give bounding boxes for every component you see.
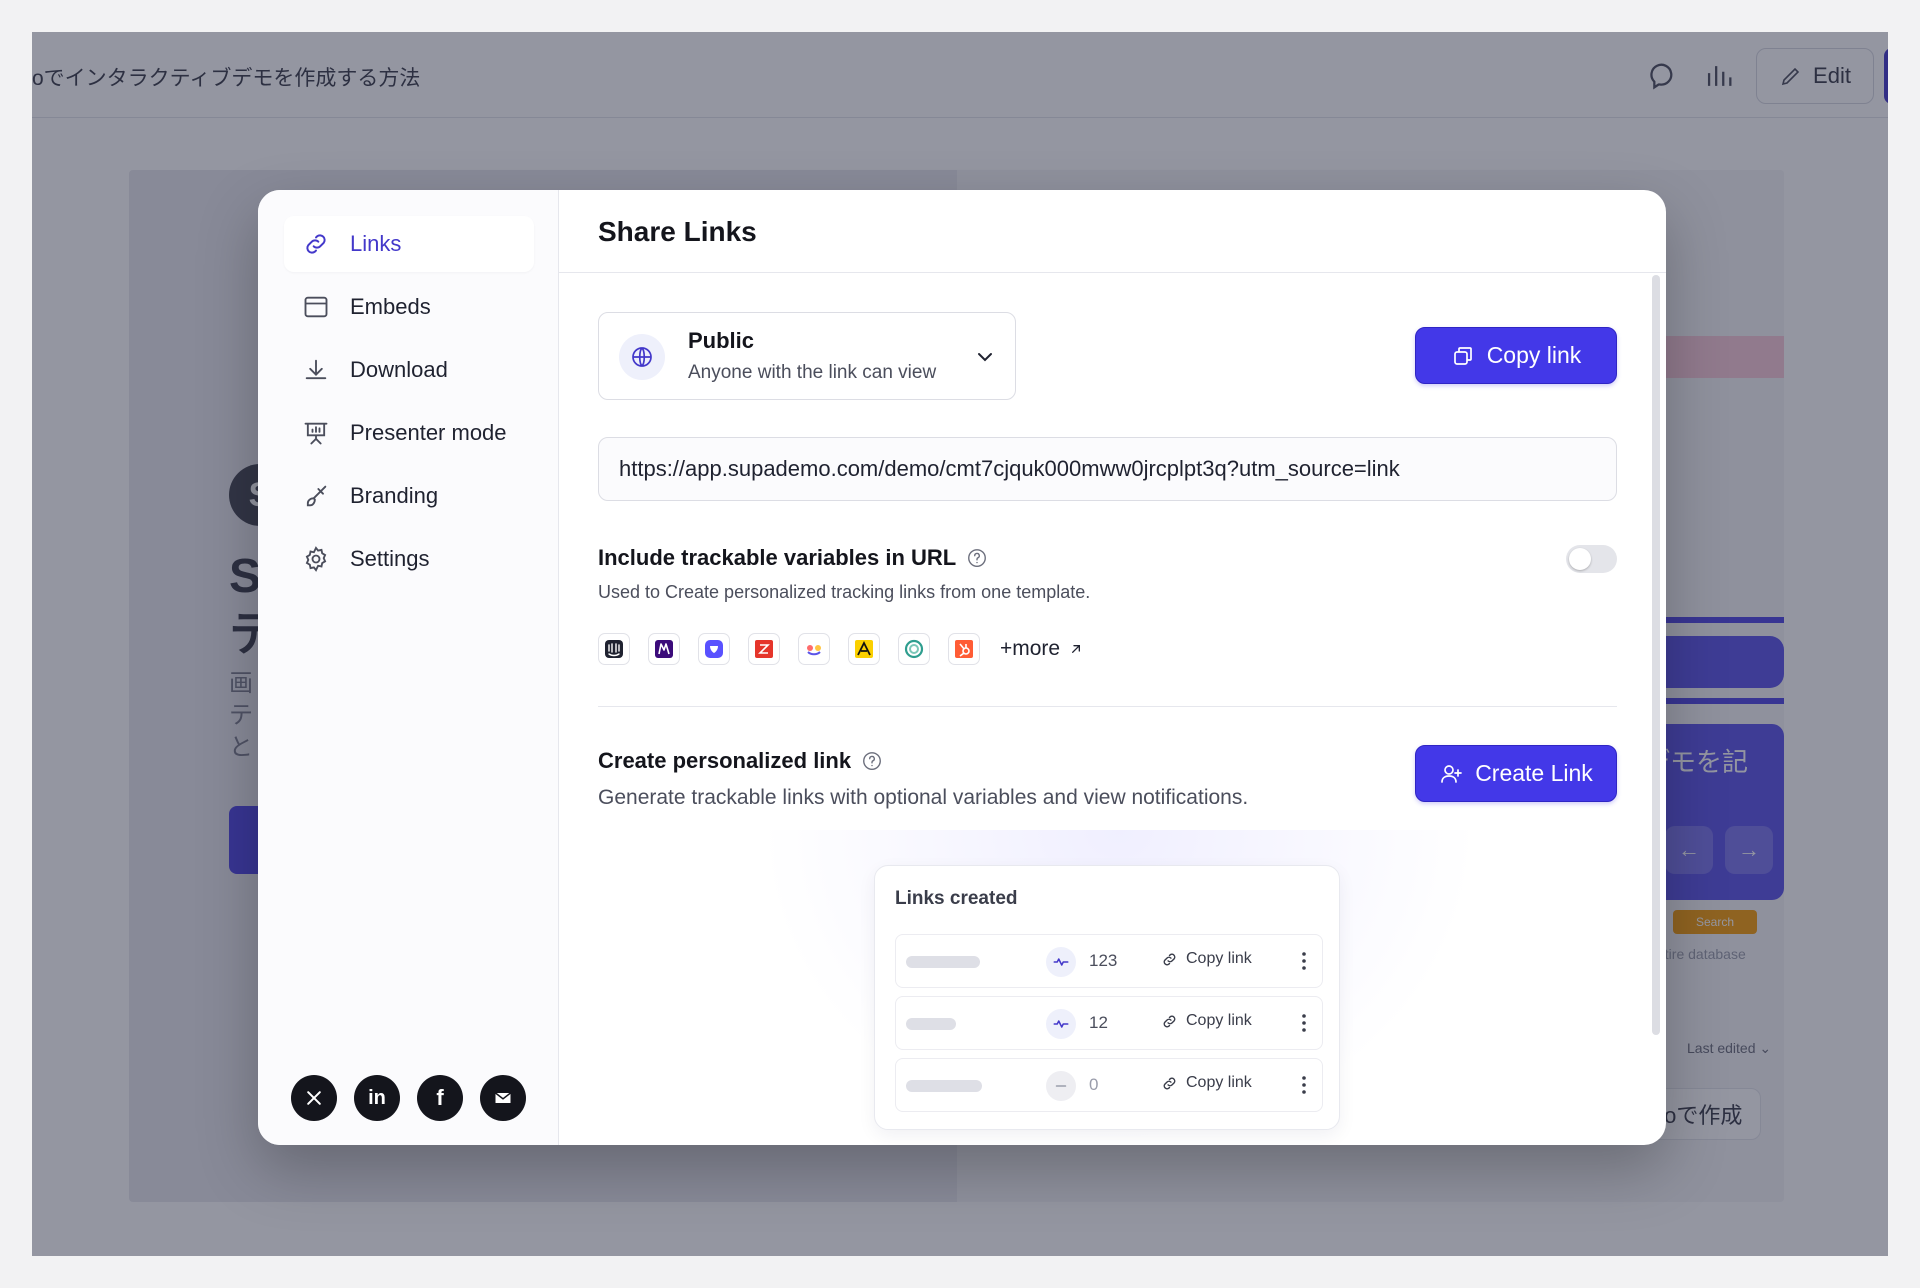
trackable-description: Used to Create personalized tracking lin… bbox=[598, 582, 1091, 602]
visibility-title: Public bbox=[688, 328, 755, 353]
links-created-card: Links created 123 Copy link 12 Copy link… bbox=[874, 865, 1340, 1130]
link-icon bbox=[1163, 953, 1176, 965]
link-icon bbox=[1163, 1015, 1176, 1027]
sidebar-item-label: Embeds bbox=[350, 294, 431, 319]
share-facebook-button[interactable]: f bbox=[417, 1075, 463, 1121]
page-title: Share Links bbox=[598, 216, 757, 247]
share-url-input[interactable] bbox=[598, 437, 1617, 501]
make-icon bbox=[648, 633, 680, 665]
activity-icon bbox=[1046, 1009, 1076, 1039]
copy-link-label: Copy link bbox=[1186, 1012, 1252, 1029]
question-circle-icon[interactable] bbox=[861, 750, 883, 772]
add-user-icon bbox=[1441, 764, 1463, 783]
presentation-board-icon bbox=[304, 422, 328, 445]
sidebar-item-embeds[interactable]: Embeds bbox=[284, 279, 534, 335]
table-row: 123 Copy link bbox=[895, 934, 1323, 988]
copy-link-label: Copy link bbox=[1486, 342, 1582, 368]
intercom-icon bbox=[598, 633, 630, 665]
share-linkedin-button[interactable]: in bbox=[354, 1075, 400, 1121]
sidebar-item-settings[interactable]: Settings bbox=[284, 531, 534, 587]
view-count: 0 bbox=[1089, 1075, 1099, 1094]
share-sidebar: Links Embeds Download Presenter mode Bra… bbox=[258, 190, 559, 1145]
copy-icon bbox=[1453, 346, 1472, 365]
copy-link-label: Copy link bbox=[1186, 1074, 1252, 1091]
view-count: 12 bbox=[1089, 1013, 1108, 1032]
title-divider bbox=[559, 272, 1666, 273]
table-row: 12 Copy link bbox=[895, 996, 1323, 1050]
trackable-title-text: Include trackable variables in URL bbox=[598, 545, 957, 570]
visibility-dropdown[interactable]: Public Anyone with the link can view bbox=[598, 312, 1016, 400]
row-copy-link[interactable]: Copy link bbox=[1161, 1074, 1252, 1092]
sidebar-item-label: Branding bbox=[350, 483, 439, 508]
panel-scrollbar[interactable] bbox=[1652, 275, 1660, 1035]
row-copy-link[interactable]: Copy link bbox=[1161, 950, 1252, 968]
share-modal: Links Embeds Download Presenter mode Bra… bbox=[258, 190, 1666, 1145]
create-link-button[interactable]: Create Link bbox=[1415, 745, 1617, 802]
nice-icon bbox=[798, 633, 830, 665]
mail-icon bbox=[495, 1092, 511, 1103]
globe-icon bbox=[619, 334, 665, 380]
personalized-title: Create personalized link bbox=[598, 748, 883, 774]
apollo-icon bbox=[848, 633, 880, 665]
sidebar-item-label: Presenter mode bbox=[350, 420, 507, 445]
more-vertical-icon[interactable] bbox=[1292, 1073, 1316, 1097]
link-name-placeholder bbox=[906, 1080, 982, 1092]
linkedin-icon: in bbox=[368, 1086, 386, 1109]
more-integrations-link[interactable]: +more bbox=[1000, 637, 1084, 661]
download-icon bbox=[305, 359, 327, 380]
copy-link-button[interactable]: Copy link bbox=[1415, 327, 1617, 384]
share-links-panel: Share Links Public Anyone with the link … bbox=[559, 190, 1666, 1145]
trackable-variables-toggle[interactable] bbox=[1566, 545, 1617, 573]
sidebar-item-branding[interactable]: Branding bbox=[284, 468, 534, 524]
links-created-title: Links created bbox=[895, 888, 1018, 909]
sidebar-item-links[interactable]: Links bbox=[284, 216, 534, 272]
more-vertical-icon[interactable] bbox=[1292, 949, 1316, 973]
arrow-up-right-icon bbox=[1072, 645, 1081, 653]
activity-icon bbox=[1046, 947, 1076, 977]
sidebar-item-presenter-mode[interactable]: Presenter mode bbox=[284, 405, 534, 461]
link-name-placeholder bbox=[906, 1018, 956, 1030]
create-link-label: Create Link bbox=[1475, 760, 1593, 786]
copy-link-label: Copy link bbox=[1186, 950, 1252, 967]
more-label: +more bbox=[1000, 637, 1061, 660]
x-icon bbox=[307, 1091, 321, 1105]
minus-icon bbox=[1046, 1071, 1076, 1101]
personalized-title-text: Create personalized link bbox=[598, 748, 852, 773]
sidebar-item-label: Download bbox=[350, 357, 448, 382]
outreach-icon bbox=[698, 633, 730, 665]
question-circle-icon[interactable] bbox=[966, 547, 988, 569]
more-vertical-icon[interactable] bbox=[1292, 1011, 1316, 1035]
link-icon bbox=[306, 234, 326, 254]
facebook-icon: f bbox=[436, 1085, 444, 1110]
hubspot-icon bbox=[948, 633, 980, 665]
sidebar-item-label: Settings bbox=[350, 546, 430, 571]
link-icon bbox=[1163, 1077, 1176, 1089]
zoominfo-icon bbox=[748, 633, 780, 665]
visibility-subtitle: Anyone with the link can view bbox=[688, 362, 937, 383]
trackable-title: Include trackable variables in URL bbox=[598, 545, 988, 571]
toggle-knob bbox=[1569, 548, 1591, 570]
chevron-down-icon bbox=[978, 353, 992, 362]
row-copy-link[interactable]: Copy link bbox=[1161, 1012, 1252, 1030]
salesloft-icon bbox=[898, 633, 930, 665]
browser-window-icon bbox=[304, 296, 328, 318]
paintbrush-icon bbox=[306, 485, 327, 507]
personalized-description: Generate trackable links with optional v… bbox=[598, 786, 1249, 809]
sidebar-item-download[interactable]: Download bbox=[284, 342, 534, 398]
sidebar-item-label: Links bbox=[350, 231, 402, 256]
share-email-button[interactable] bbox=[480, 1075, 526, 1121]
gear-icon bbox=[305, 546, 327, 572]
section-divider bbox=[598, 706, 1617, 707]
share-x-button[interactable] bbox=[291, 1075, 337, 1121]
link-name-placeholder bbox=[906, 956, 980, 968]
view-count: 123 bbox=[1089, 951, 1118, 970]
table-row: 0 Copy link bbox=[895, 1058, 1323, 1112]
